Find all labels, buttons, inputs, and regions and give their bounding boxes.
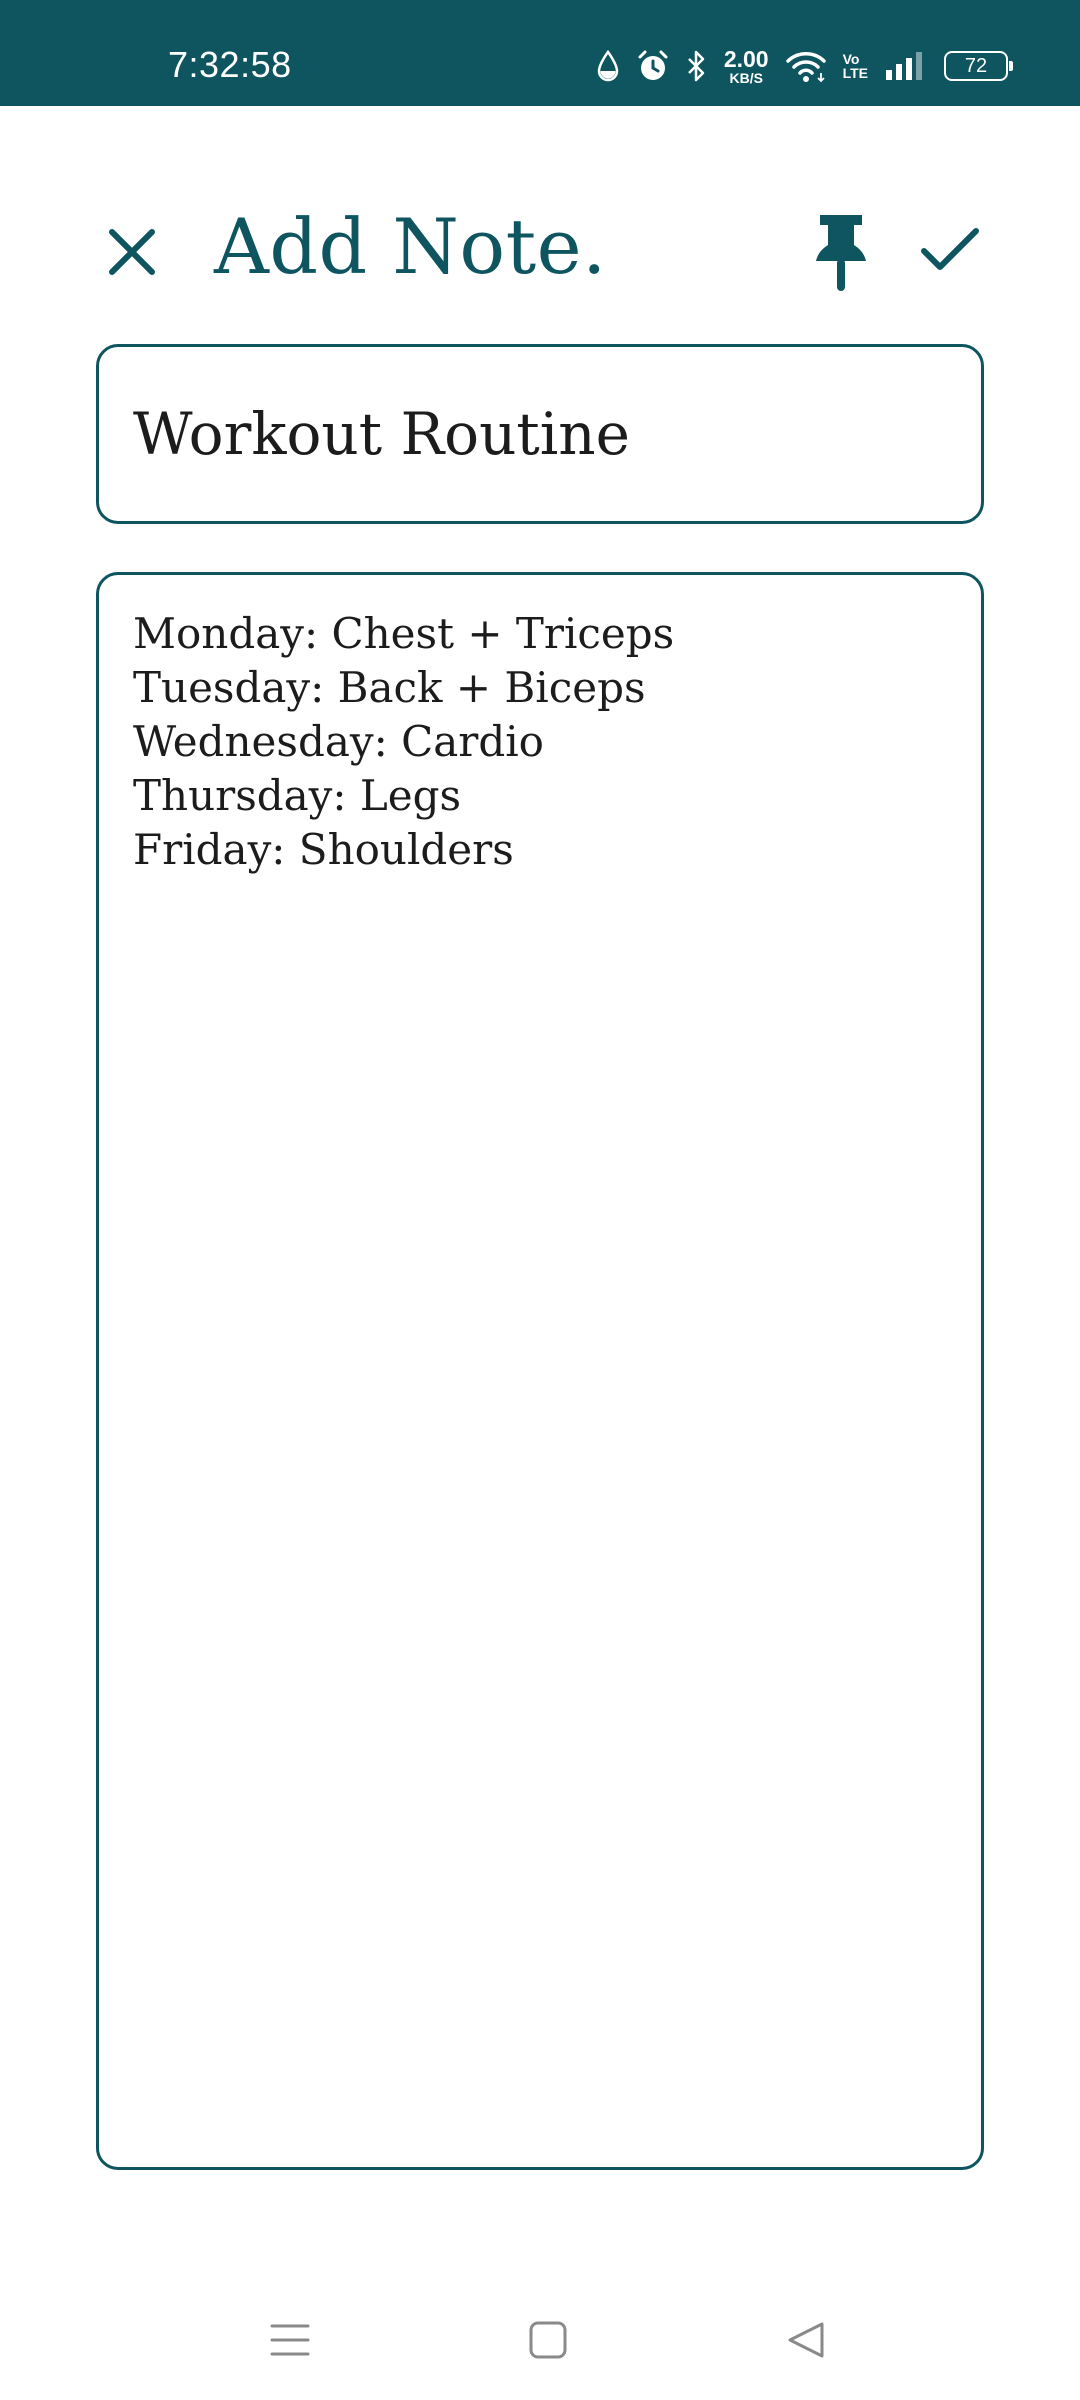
battery-level: 72: [964, 54, 988, 77]
signal-icon: [884, 50, 928, 82]
alarm-icon: [636, 49, 670, 83]
home-icon: [529, 2321, 567, 2359]
net-speed-unit: KB/S: [729, 69, 763, 86]
close-button[interactable]: [96, 216, 168, 288]
menu-icon: [270, 2324, 310, 2356]
wifi-icon: [785, 49, 827, 83]
status-icons: 2.00 KB/S Vo LTE 72: [596, 45, 1013, 86]
status-time: 7:32:58: [168, 44, 292, 85]
back-icon: [788, 2322, 824, 2358]
pin-icon: [816, 215, 866, 291]
nav-menu-button[interactable]: [250, 2300, 330, 2380]
battery-icon: 72: [944, 51, 1013, 81]
pin-button[interactable]: [806, 202, 876, 302]
volte-indicator: Vo LTE: [843, 52, 868, 80]
app-header: Add Note.: [0, 180, 1080, 320]
system-nav-bar: [0, 2290, 1080, 2380]
bluetooth-icon: [686, 49, 708, 83]
volte-bottom: LTE: [842, 65, 868, 81]
net-speed-value: 2.00: [723, 45, 769, 72]
nav-home-button[interactable]: [508, 2300, 588, 2380]
volte-top: Vo: [842, 51, 860, 67]
check-icon: [921, 228, 979, 270]
water-drop-icon: [596, 50, 620, 82]
save-button[interactable]: [910, 210, 990, 290]
status-bar: 7:32:58 2.00 KB/S Vo LTE 72: [0, 0, 1080, 106]
note-title-input[interactable]: Workout Routine: [96, 344, 984, 524]
nav-back-button[interactable]: [766, 2300, 846, 2380]
net-speed: 2.00 KB/S: [723, 45, 769, 86]
close-icon: [109, 229, 155, 275]
note-body-input[interactable]: Monday: Chest + Triceps Tuesday: Back + …: [96, 572, 984, 2170]
page-title: Add Note.: [214, 202, 607, 291]
